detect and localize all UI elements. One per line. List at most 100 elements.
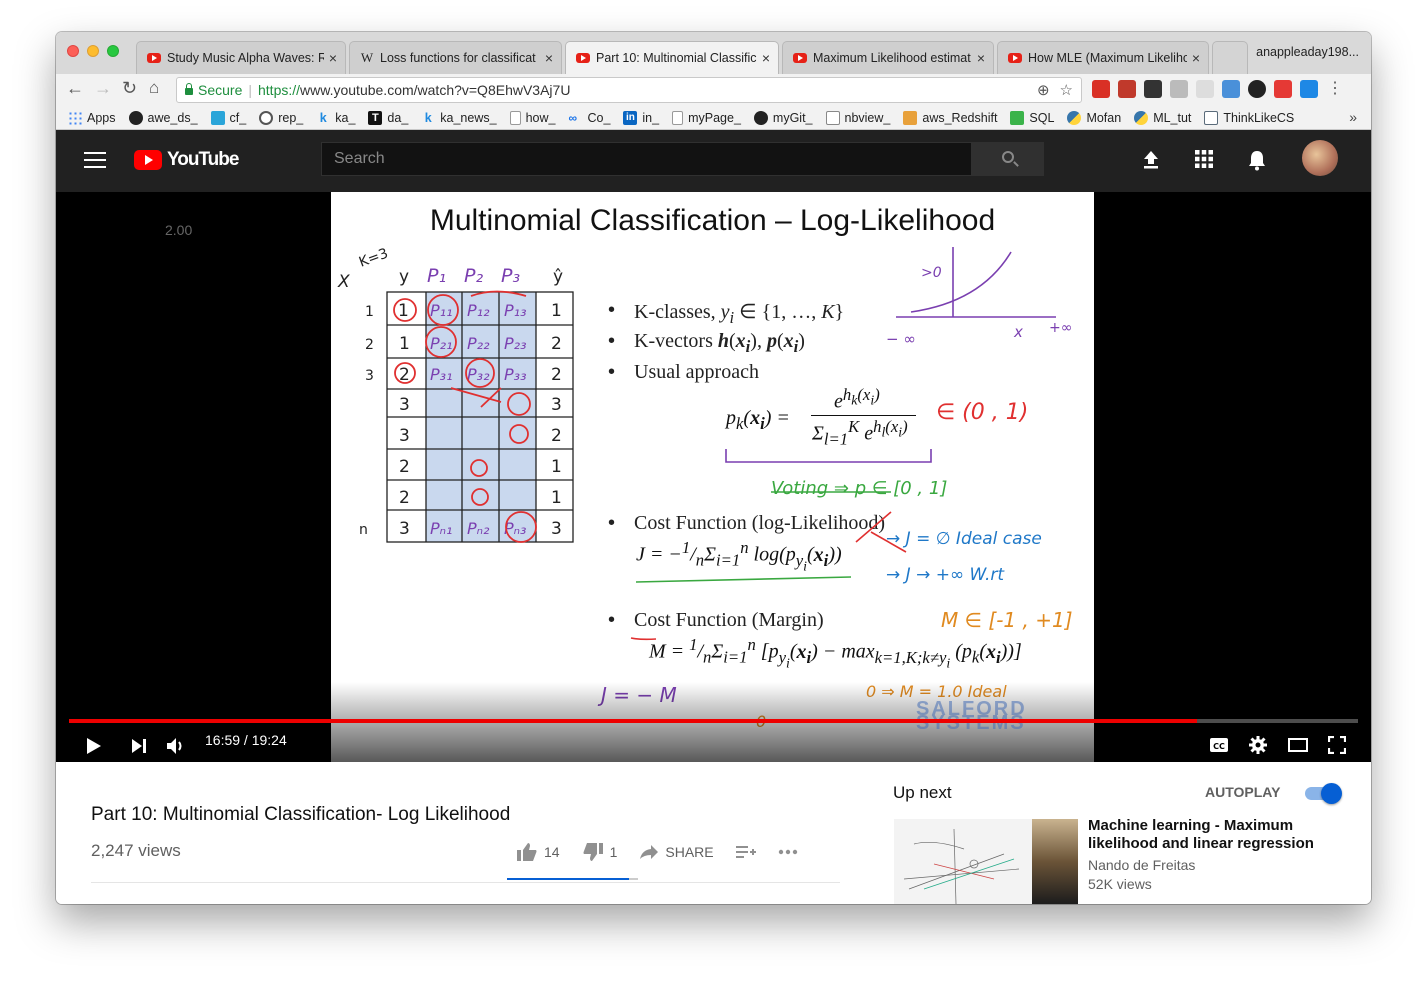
tab-strip: Study Music Alpha Waves: R × W Loss func… (56, 32, 1371, 74)
bookmark-item[interactable]: cf_ (210, 110, 246, 125)
extension-icon[interactable] (1144, 80, 1162, 98)
bookmark-item[interactable]: myPage_ (672, 110, 741, 125)
bookmark-item[interactable]: Tda_ (368, 110, 409, 125)
close-window-button[interactable] (67, 45, 79, 57)
bookmark-label: ka_news_ (440, 110, 497, 125)
bookmark-label: in_ (642, 110, 660, 125)
share-button[interactable]: SHARE (639, 844, 714, 860)
captions-icon[interactable]: CC (1209, 737, 1229, 753)
extension-icon[interactable] (1170, 80, 1188, 98)
bookmark-item[interactable]: Mofan (1067, 110, 1121, 125)
recommendation-thumbnail[interactable] (894, 819, 1078, 904)
progress-bar[interactable] (69, 719, 1358, 723)
bookmark-label: aws_Redshift (922, 110, 998, 125)
recommendation-channel[interactable]: Nando de Freitas (1088, 857, 1195, 873)
browser-tab[interactable]: How MLE (Maximum Likeliho × (997, 41, 1209, 74)
extension-icon[interactable] (1274, 80, 1292, 98)
bookmark-item[interactable]: awe_ds_ (128, 110, 198, 125)
browser-tab-active[interactable]: Part 10: Multinomial Classific × (565, 41, 779, 74)
browser-toolbar: ← → ↻ ⌂ Secure | https://www.youtube.com… (56, 74, 1371, 106)
fullscreen-icon[interactable] (1328, 736, 1346, 754)
youtube-logo[interactable]: YouTube (134, 149, 239, 171)
menu-icon[interactable] (84, 152, 106, 168)
new-tab-button[interactable] (1212, 41, 1248, 74)
forward-icon[interactable]: → (94, 78, 112, 99)
close-tab-icon[interactable]: × (545, 50, 553, 66)
recommendation-title[interactable]: Machine learning - Maximum likelihood an… (1088, 817, 1348, 853)
add-to-playlist-button[interactable] (735, 844, 756, 860)
more-horizontal-icon (778, 849, 797, 855)
extension-icon[interactable] (1300, 80, 1318, 98)
bookmark-item[interactable]: aws_Redshift (903, 110, 998, 125)
bookmark-item[interactable]: k ka_news_ (421, 110, 497, 125)
bookmark-item[interactable]: rep_ (259, 110, 304, 125)
w3-icon (1010, 110, 1025, 125)
profile-name[interactable]: anappleaday198... (1256, 45, 1359, 59)
tab-title: Study Music Alpha Waves: R (167, 51, 324, 65)
bookmark-star-icon[interactable]: ☆ (1060, 81, 1073, 99)
tab-title: Part 10: Multinomial Classific (596, 51, 757, 65)
bookmark-item[interactable]: ML_tut (1134, 110, 1191, 125)
bookmark-item[interactable]: in in_ (623, 110, 660, 125)
upload-icon[interactable] (1142, 150, 1160, 170)
extension-icon[interactable] (1196, 80, 1214, 98)
avatar[interactable] (1302, 140, 1338, 176)
search-input[interactable]: Search (321, 142, 972, 176)
bookmark-item[interactable]: ∞ Co_ (568, 111, 610, 125)
thumbs-up-icon (517, 843, 537, 861)
home-icon[interactable]: ⌂ (149, 78, 159, 98)
bookmark-item[interactable]: myGit_ (753, 110, 813, 125)
bookmark-item[interactable]: k ka_ (316, 110, 356, 125)
close-tab-icon[interactable]: × (1192, 50, 1200, 66)
secure-indicator[interactable]: Secure (185, 82, 242, 98)
bookmark-item[interactable]: how_ (509, 110, 555, 125)
settings-gear-icon[interactable] (1249, 736, 1267, 754)
zoom-window-button[interactable] (107, 45, 119, 57)
notifications-bell-icon[interactable] (1248, 150, 1266, 171)
dislike-count: 1 (609, 844, 618, 860)
menu-dots-icon[interactable]: ⋮ (1326, 80, 1344, 98)
close-tab-icon[interactable]: × (329, 50, 337, 66)
minimize-window-button[interactable] (87, 45, 99, 57)
extension-icon[interactable] (1118, 80, 1136, 98)
share-arrow-icon (640, 845, 659, 859)
separator: | (248, 82, 252, 98)
video-player[interactable]: 2.00 Multinomial Classification – Log-Li… (56, 192, 1371, 762)
play-icon[interactable] (86, 737, 102, 755)
browser-tab[interactable]: Maximum Likelihood estimat × (782, 41, 994, 74)
bookmark-item[interactable]: SQL (1010, 110, 1054, 125)
bookmark-label: da_ (387, 110, 409, 125)
dislike-button[interactable]: 1 (582, 842, 618, 862)
bookmark-apps[interactable]: Apps (68, 110, 116, 125)
video-info-area: Part 10: Multinomial Classification- Log… (56, 762, 1371, 904)
nbviewer-icon (825, 110, 840, 125)
extension-icon[interactable] (1092, 80, 1110, 98)
extension-icon[interactable] (1248, 80, 1266, 98)
browser-tab[interactable]: W Loss functions for classificat × (349, 41, 562, 74)
like-button[interactable]: 14 (516, 842, 560, 862)
close-tab-icon[interactable]: × (762, 50, 770, 66)
search-button[interactable] (972, 142, 1044, 176)
back-icon[interactable]: ← (66, 78, 84, 99)
more-bookmarks-icon[interactable]: » (1349, 109, 1357, 125)
theater-mode-icon[interactable] (1288, 738, 1308, 752)
next-icon[interactable] (131, 738, 147, 754)
bookmark-item[interactable]: nbview_ (825, 110, 890, 125)
address-bar[interactable]: Secure | https://www.youtube.com/watch?v… (176, 77, 1082, 103)
volume-icon[interactable] (166, 737, 186, 755)
close-tab-icon[interactable]: × (977, 50, 985, 66)
more-actions-button[interactable] (778, 849, 798, 855)
extension-icon[interactable] (1222, 80, 1240, 98)
bookmark-item[interactable]: ThinkLikeCS (1204, 110, 1294, 125)
zoom-icon[interactable]: ⊕ (1037, 81, 1050, 99)
svg-text:− ∞: − ∞ (886, 330, 916, 348)
bookmark-label: rep_ (278, 110, 304, 125)
bookmark-label: myGit_ (772, 110, 813, 125)
browser-tab[interactable]: Study Music Alpha Waves: R × (136, 41, 346, 74)
apps-grid-icon[interactable] (1195, 150, 1213, 168)
autoplay-toggle[interactable] (1305, 783, 1342, 804)
khan-icon: k (319, 110, 327, 125)
video-title: Part 10: Multinomial Classification- Log… (91, 804, 511, 825)
reload-icon[interactable]: ↻ (122, 78, 137, 99)
linkedin-icon: in (623, 110, 638, 125)
